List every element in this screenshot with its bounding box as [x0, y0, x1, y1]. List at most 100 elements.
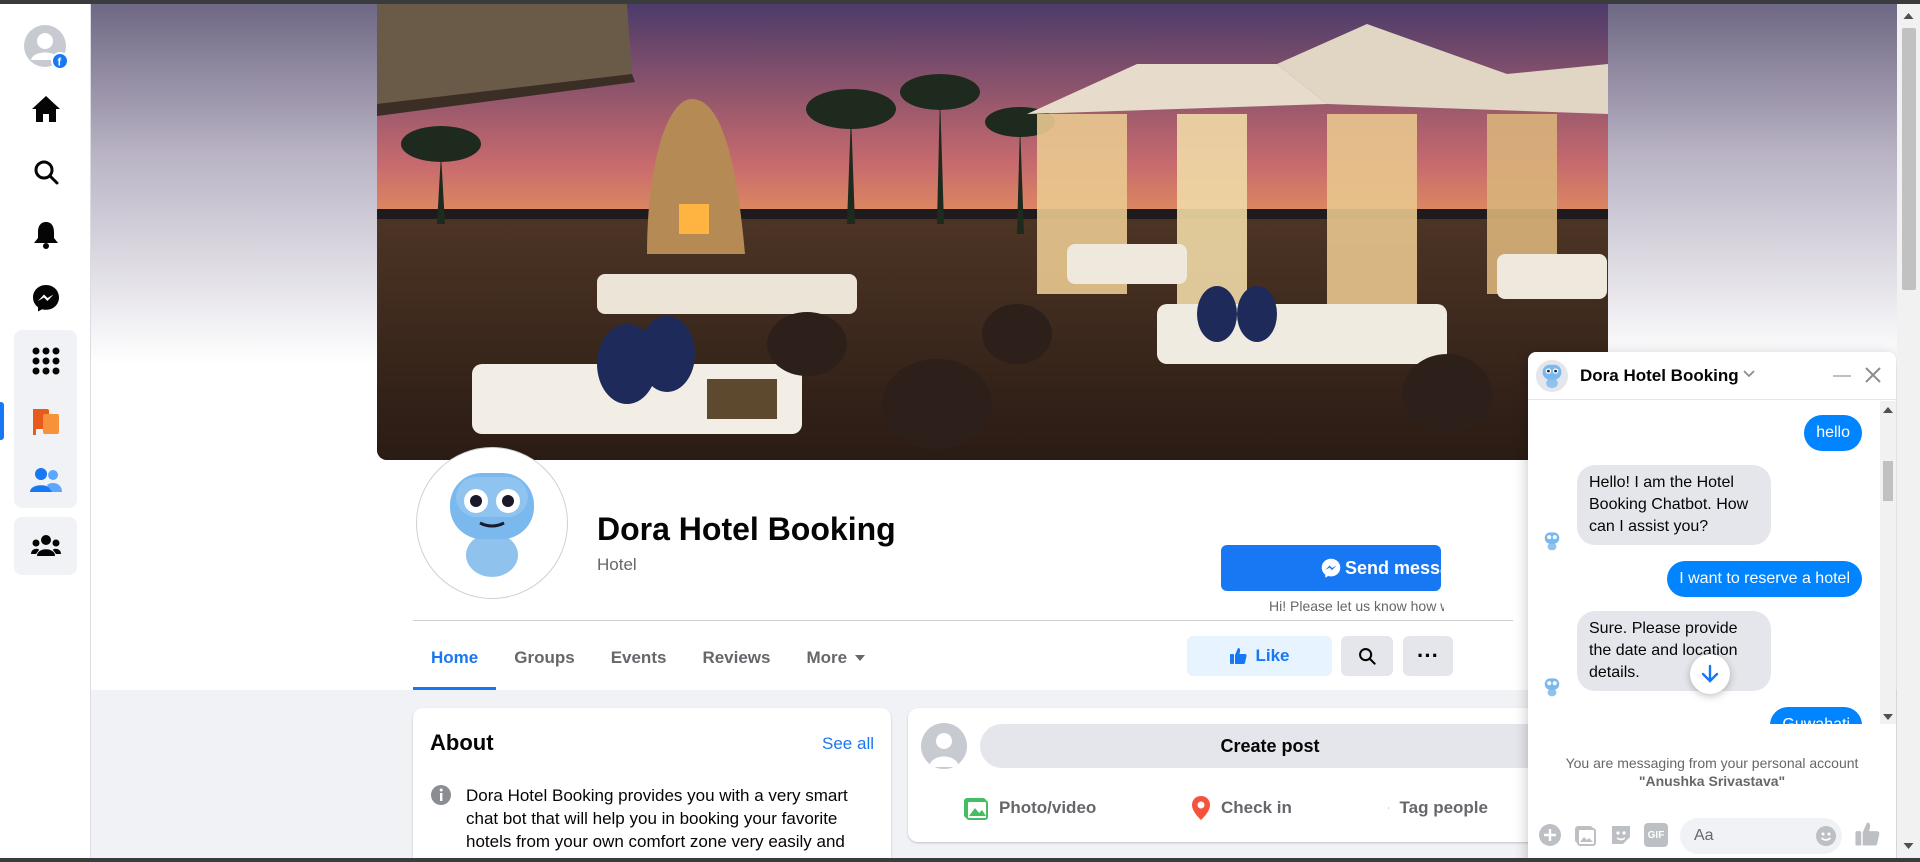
- window-bottom-border: [0, 858, 1920, 862]
- pages-nav-button[interactable]: [14, 396, 77, 446]
- thumbs-up-icon[interactable]: [1854, 821, 1880, 847]
- tab-events[interactable]: Events: [593, 626, 685, 690]
- cover-image: [377, 4, 1608, 460]
- user-avatar[interactable]: [921, 723, 967, 769]
- messenger-icon: [1321, 558, 1341, 578]
- page-search-button[interactable]: [1341, 636, 1393, 676]
- search-nav-button[interactable]: [14, 147, 77, 197]
- message-outgoing: I want to reserve a hotel: [1667, 561, 1862, 597]
- page-scrollbar[interactable]: [1897, 4, 1920, 858]
- chat-window: Dora Hotel Booking hello Hello! I am the…: [1528, 352, 1896, 858]
- image-attach-icon[interactable]: [1573, 823, 1597, 847]
- chevron-down-icon[interactable]: [1743, 370, 1755, 378]
- left-navigation: f: [0, 4, 91, 858]
- pages-flag-icon: [32, 409, 59, 435]
- minimize-icon[interactable]: [1833, 375, 1851, 377]
- page-category[interactable]: Hotel: [597, 555, 637, 575]
- chat-header[interactable]: Dora Hotel Booking: [1528, 352, 1896, 400]
- like-label: Like: [1255, 646, 1290, 665]
- bot-mini-avatar: [1540, 529, 1564, 553]
- home-icon: [31, 96, 60, 122]
- arrow-down-icon: [1701, 664, 1719, 683]
- sticker-icon[interactable]: [1609, 823, 1633, 847]
- about-card: About See all Dora Hotel Booking provide…: [413, 708, 891, 858]
- friends-nav-button[interactable]: [14, 455, 77, 505]
- chat-composer: GIF Aa: [1528, 808, 1896, 858]
- caret-down-icon: [855, 655, 866, 661]
- tab-groups[interactable]: Groups: [496, 626, 592, 690]
- scroll-down-icon[interactable]: [1883, 713, 1893, 721]
- photo-icon: [964, 798, 988, 820]
- active-indicator: [0, 402, 4, 440]
- svg-text:f: f: [57, 57, 61, 69]
- more-options-button[interactable]: ···: [1403, 636, 1453, 676]
- page-title: Dora Hotel Booking: [597, 511, 896, 547]
- chat-avatar[interactable]: [1536, 360, 1568, 392]
- robot-avatar-icon: [450, 473, 534, 577]
- emoji-icon[interactable]: [1815, 825, 1837, 847]
- grid-menu-icon: [32, 347, 59, 375]
- page-avatar[interactable]: [416, 447, 568, 599]
- chat-scrollbar-thumb[interactable]: [1883, 461, 1893, 501]
- default-avatar-icon: [921, 723, 967, 769]
- profile-avatar-button[interactable]: f: [14, 22, 77, 72]
- chat-scrollbar[interactable]: [1880, 401, 1896, 724]
- plus-circle-icon[interactable]: [1538, 823, 1562, 847]
- send-message-button[interactable]: Send message: [1221, 545, 1441, 591]
- cover-photo[interactable]: [377, 4, 1608, 460]
- tab-home[interactable]: Home: [413, 626, 497, 690]
- scroll-up-icon[interactable]: [1883, 406, 1893, 414]
- thumbs-up-icon: [1230, 648, 1248, 664]
- scroll-down-icon[interactable]: [1903, 842, 1914, 850]
- message-outgoing: Guwahati: [1770, 707, 1862, 724]
- robot-avatar-icon: [1542, 364, 1562, 389]
- chat-title[interactable]: Dora Hotel Booking: [1580, 366, 1739, 386]
- chat-account-note: You are messaging from your personal acc…: [1528, 754, 1896, 790]
- messenger-nav-button[interactable]: [14, 273, 77, 323]
- groups-icon: [30, 535, 61, 556]
- scroll-up-icon[interactable]: [1903, 12, 1914, 20]
- check-in-label: Check in: [1221, 798, 1292, 817]
- info-icon: [431, 785, 451, 805]
- friends-icon: [29, 468, 62, 492]
- profile-avatar-icon: f: [23, 25, 69, 70]
- create-post-button[interactable]: Create post: [980, 724, 1560, 768]
- header-divider: [413, 620, 1513, 621]
- page-tabs: Home Groups Events Reviews More: [413, 626, 883, 690]
- message-hint: Hi! Please let us know how we can help.: [1269, 598, 1444, 614]
- scroll-to-bottom-button[interactable]: [1690, 654, 1730, 694]
- messenger-icon: [32, 285, 59, 312]
- menu-nav-button[interactable]: [14, 336, 77, 386]
- tab-reviews-label: Reviews: [702, 648, 771, 667]
- about-heading: About: [430, 730, 494, 755]
- tab-more[interactable]: More: [788, 626, 883, 690]
- robot-avatar-icon: [1544, 532, 1560, 551]
- location-pin-icon: [1192, 796, 1210, 820]
- home-nav-button[interactable]: [14, 84, 77, 134]
- about-description: Dora Hotel Booking provides you with a v…: [466, 786, 848, 858]
- close-icon[interactable]: [1863, 365, 1883, 385]
- page-scrollbar-thumb[interactable]: [1902, 28, 1916, 290]
- notifications-nav-button[interactable]: [14, 210, 77, 260]
- tab-events-label: Events: [610, 648, 667, 667]
- page-main: Dora Hotel Booking Hotel Send message Hi…: [91, 4, 1897, 858]
- ellipsis-icon: ···: [1417, 643, 1439, 668]
- tab-reviews[interactable]: Reviews: [684, 626, 788, 690]
- bot-mini-avatar: [1540, 675, 1564, 699]
- see-all-link[interactable]: See all: [822, 734, 874, 754]
- send-message-label: Send message: [1345, 557, 1441, 578]
- photo-video-button[interactable]: Photo/video: [963, 788, 1096, 828]
- check-in-button[interactable]: Check in: [1191, 788, 1292, 828]
- message-incoming: Sure. Please provide the date and locati…: [1577, 611, 1771, 691]
- tag-people-button[interactable]: Tag people: [1388, 788, 1488, 828]
- gif-button[interactable]: GIF: [1644, 823, 1668, 847]
- like-button[interactable]: Like: [1187, 636, 1332, 676]
- chat-messages[interactable]: hello Hello! I am the Hotel Booking Chat…: [1528, 401, 1880, 724]
- message-incoming: Hello! I am the Hotel Booking Chatbot. H…: [1577, 465, 1771, 545]
- tab-more-label: More: [806, 648, 848, 667]
- search-icon: [34, 160, 58, 185]
- tab-home-label: Home: [431, 648, 479, 667]
- create-post-card: Create post Photo/video Check in Tag peo…: [908, 708, 1608, 842]
- photo-video-label: Photo/video: [999, 798, 1097, 817]
- groups-nav-button[interactable]: [14, 521, 77, 571]
